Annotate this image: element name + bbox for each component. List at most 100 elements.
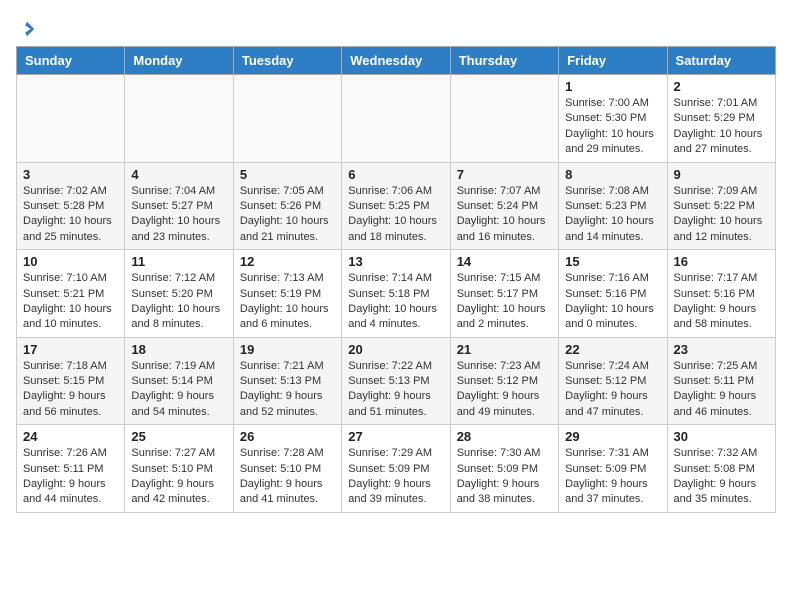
calendar-cell: 27 Sunrise: 7:29 AM Sunset: 5:09 PM Dayli… [342,425,450,513]
day-number: 14 [457,254,552,269]
day-info: Sunrise: 7:29 AM Sunset: 5:09 PM Dayligh… [348,446,443,508]
day-info: Sunrise: 7:12 AM Sunset: 5:20 PM Dayligh… [131,271,226,333]
calendar-cell: 8Sunrise: 7:08 AM Sunset: 5:23 PM Daylig… [559,162,667,250]
calendar-cell: 14 Sunrise: 7:15 AM Sunset: 5:17 PM Dayli… [450,250,558,338]
day-info: Sunrise: 7:13 AM Sunset: 5:19 PM Dayligh… [240,271,335,333]
logo-icon [18,20,36,38]
day-number: 26 [240,429,335,444]
calendar-cell: 26 Sunrise: 7:28 AM Sunset: 5:10 PM Dayli… [233,425,341,513]
col-header-friday: Friday [559,47,667,75]
day-info: Sunrise: 7:30 AM Sunset: 5:09 PM Dayligh… [457,446,552,508]
day-number: 1 [565,79,660,94]
day-number: 5 [240,167,335,182]
calendar-cell: 29 Sunrise: 7:31 AM Sunset: 5:09 PM Dayli… [559,425,667,513]
col-header-thursday: Thursday [450,47,558,75]
day-number: 28 [457,429,552,444]
day-number: 4 [131,167,226,182]
day-number: 18 [131,342,226,357]
day-info: Sunrise: 7:21 AM Sunset: 5:13 PM Dayligh… [240,359,335,421]
day-number: 19 [240,342,335,357]
calendar-cell: 4 Sunrise: 7:04 AM Sunset: 5:27 PM Daylig… [125,162,233,250]
day-number: 30 [674,429,769,444]
day-info: Sunrise: 7:00 AM Sunset: 5:30 PM Dayligh… [565,96,660,158]
calendar-cell: 2Sunrise: 7:01 AM Sunset: 5:29 PM Daylig… [667,75,775,163]
day-info: Sunrise: 7:18 AM Sunset: 5:15 PM Dayligh… [23,359,118,421]
day-info: Sunrise: 7:16 AM Sunset: 5:16 PM Dayligh… [565,271,660,333]
day-number: 13 [348,254,443,269]
col-header-sunday: Sunday [17,47,125,75]
day-number: 22 [565,342,660,357]
day-info: Sunrise: 7:19 AM Sunset: 5:14 PM Dayligh… [131,359,226,421]
day-number: 17 [23,342,118,357]
day-number: 29 [565,429,660,444]
calendar-cell: 12 Sunrise: 7:13 AM Sunset: 5:19 PM Dayli… [233,250,341,338]
calendar-cell: 15 Sunrise: 7:16 AM Sunset: 5:16 PM Dayli… [559,250,667,338]
day-info: Sunrise: 7:27 AM Sunset: 5:10 PM Dayligh… [131,446,226,508]
day-number: 21 [457,342,552,357]
calendar-cell: 11 Sunrise: 7:12 AM Sunset: 5:20 PM Dayli… [125,250,233,338]
day-number: 3 [23,167,118,182]
day-info: Sunrise: 7:28 AM Sunset: 5:10 PM Dayligh… [240,446,335,508]
calendar-cell: 25 Sunrise: 7:27 AM Sunset: 5:10 PM Dayli… [125,425,233,513]
day-info: Sunrise: 7:14 AM Sunset: 5:18 PM Dayligh… [348,271,443,333]
logo [16,16,36,36]
day-info: Sunrise: 7:23 AM Sunset: 5:12 PM Dayligh… [457,359,552,421]
day-number: 6 [348,167,443,182]
col-header-tuesday: Tuesday [233,47,341,75]
calendar-cell: 22 Sunrise: 7:24 AM Sunset: 5:12 PM Dayli… [559,337,667,425]
calendar-cell: 18 Sunrise: 7:19 AM Sunset: 5:14 PM Dayli… [125,337,233,425]
calendar-week-row: 17 Sunrise: 7:18 AM Sunset: 5:15 PM Dayli… [17,337,776,425]
day-number: 10 [23,254,118,269]
calendar-cell: 17 Sunrise: 7:18 AM Sunset: 5:15 PM Dayli… [17,337,125,425]
calendar-cell: 13 Sunrise: 7:14 AM Sunset: 5:18 PM Dayli… [342,250,450,338]
day-info: Sunrise: 7:25 AM Sunset: 5:11 PM Dayligh… [674,359,769,421]
calendar-cell: 16 Sunrise: 7:17 AM Sunset: 5:16 PM Dayli… [667,250,775,338]
calendar-cell: 30 Sunrise: 7:32 AM Sunset: 5:08 PM Dayli… [667,425,775,513]
calendar-week-row: 1 Sunrise: 7:00 AM Sunset: 5:30 PM Daylig… [17,75,776,163]
calendar-cell: 6Sunrise: 7:06 AM Sunset: 5:25 PM Daylig… [342,162,450,250]
day-info: Sunrise: 7:01 AM Sunset: 5:29 PM Dayligh… [674,96,769,158]
calendar-cell: 24Sunrise: 7:26 AM Sunset: 5:11 PM Dayli… [17,425,125,513]
day-number: 20 [348,342,443,357]
calendar-cell [450,75,558,163]
calendar-cell: 9Sunrise: 7:09 AM Sunset: 5:22 PM Daylig… [667,162,775,250]
day-info: Sunrise: 7:04 AM Sunset: 5:27 PM Dayligh… [131,184,226,246]
calendar-week-row: 10 Sunrise: 7:10 AM Sunset: 5:21 PM Dayli… [17,250,776,338]
day-info: Sunrise: 7:22 AM Sunset: 5:13 PM Dayligh… [348,359,443,421]
day-info: Sunrise: 7:02 AM Sunset: 5:28 PM Dayligh… [23,184,118,246]
calendar-cell [17,75,125,163]
day-number: 8 [565,167,660,182]
day-number: 7 [457,167,552,182]
calendar-header-row: SundayMondayTuesdayWednesdayThursdayFrid… [17,47,776,75]
day-info: Sunrise: 7:17 AM Sunset: 5:16 PM Dayligh… [674,271,769,333]
day-number: 24 [23,429,118,444]
calendar-week-row: 3 Sunrise: 7:02 AM Sunset: 5:28 PM Daylig… [17,162,776,250]
day-number: 12 [240,254,335,269]
calendar-cell [233,75,341,163]
day-number: 9 [674,167,769,182]
calendar-table: SundayMondayTuesdayWednesdayThursdayFrid… [16,46,776,513]
calendar-cell: 21 Sunrise: 7:23 AM Sunset: 5:12 PM Dayli… [450,337,558,425]
calendar-cell: 3 Sunrise: 7:02 AM Sunset: 5:28 PM Daylig… [17,162,125,250]
day-number: 15 [565,254,660,269]
calendar-cell: 23 Sunrise: 7:25 AM Sunset: 5:11 PM Dayli… [667,337,775,425]
day-info: Sunrise: 7:31 AM Sunset: 5:09 PM Dayligh… [565,446,660,508]
day-info: Sunrise: 7:24 AM Sunset: 5:12 PM Dayligh… [565,359,660,421]
calendar-cell [125,75,233,163]
day-number: 16 [674,254,769,269]
calendar-cell: 1 Sunrise: 7:00 AM Sunset: 5:30 PM Daylig… [559,75,667,163]
day-number: 27 [348,429,443,444]
col-header-saturday: Saturday [667,47,775,75]
calendar-cell: 7 Sunrise: 7:07 AM Sunset: 5:24 PM Daylig… [450,162,558,250]
calendar-week-row: 24Sunrise: 7:26 AM Sunset: 5:11 PM Dayli… [17,425,776,513]
day-info: Sunrise: 7:07 AM Sunset: 5:24 PM Dayligh… [457,184,552,246]
day-info: Sunrise: 7:32 AM Sunset: 5:08 PM Dayligh… [674,446,769,508]
day-info: Sunrise: 7:05 AM Sunset: 5:26 PM Dayligh… [240,184,335,246]
day-info: Sunrise: 7:10 AM Sunset: 5:21 PM Dayligh… [23,271,118,333]
calendar-cell: 10 Sunrise: 7:10 AM Sunset: 5:21 PM Dayli… [17,250,125,338]
day-number: 11 [131,254,226,269]
day-number: 23 [674,342,769,357]
day-info: Sunrise: 7:15 AM Sunset: 5:17 PM Dayligh… [457,271,552,333]
day-number: 25 [131,429,226,444]
calendar-cell: 5 Sunrise: 7:05 AM Sunset: 5:26 PM Daylig… [233,162,341,250]
